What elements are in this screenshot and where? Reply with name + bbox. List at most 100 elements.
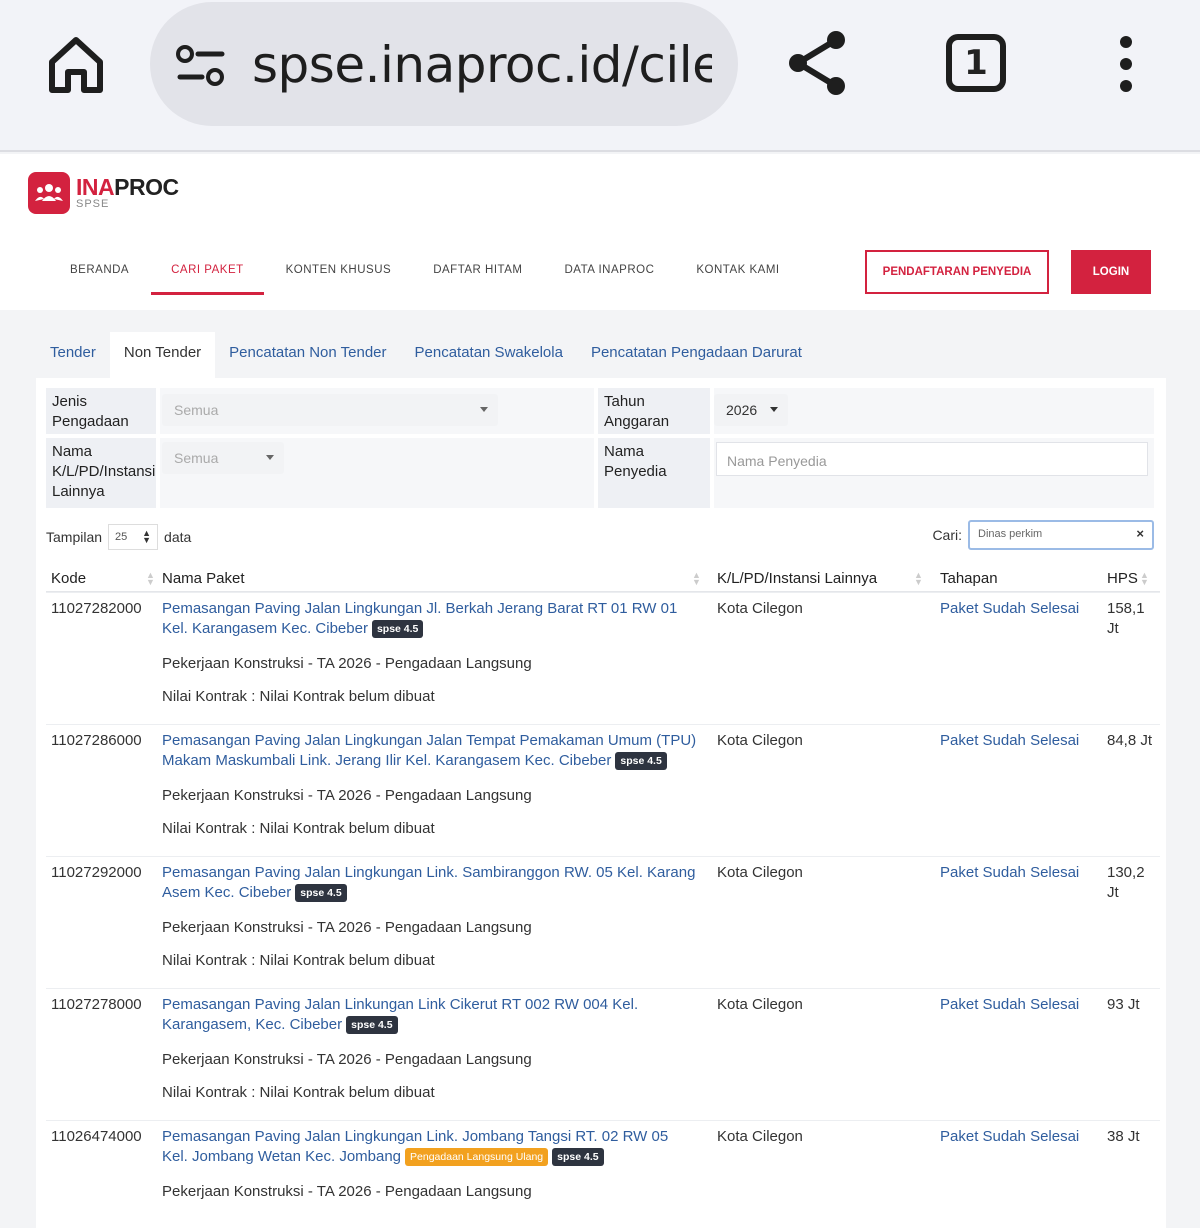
col-nama-paket[interactable]: Nama Paket (162, 570, 245, 587)
row-nama-link[interactable]: Pemasangan Paving Jalan Lingkungan Link.… (162, 863, 698, 903)
version-badge: spse 4.5 (615, 752, 667, 771)
row-kode: 11027292000 (51, 864, 142, 881)
data-label: data (164, 529, 192, 545)
row-nama-link[interactable]: Pemasangan Paving Jalan Lingkungan Link.… (162, 1127, 698, 1167)
tab-switcher-button[interactable]: 1 (946, 34, 1006, 92)
row-instansi: Kota Cilegon (717, 996, 803, 1013)
brand-sub: SPSE (76, 198, 110, 210)
tab-pencatatan-non-tender[interactable]: Pencatatan Non Tender (215, 332, 400, 378)
row-instansi: Kota Cilegon (717, 1128, 803, 1145)
row-hps: 38 Jt (1107, 1128, 1140, 1145)
row-jenis: Pekerjaan Konstruksi - TA 2026 - Pengada… (162, 787, 532, 804)
row-nilai: Nilai Kontrak : Nilai Kontrak belum dibu… (162, 1084, 435, 1101)
table-row: 11027292000 Pemasangan Paving Jalan Ling… (46, 856, 1160, 988)
col-tahapan[interactable]: Tahapan (940, 570, 998, 587)
browser-toolbar: spse.inaproc.id/cilegon 1 (0, 0, 1200, 152)
nav-data-inaproc[interactable]: DATA INAPROC (544, 258, 674, 295)
table-header: Kode ▲ ▼ Nama Paket ▲ ▼ K/L/PD/Instansi La… (46, 564, 1160, 592)
login-button[interactable]: LOGIN (1071, 250, 1151, 294)
row-kode: 11026474000 (51, 1128, 142, 1145)
row-instansi: Kota Cilegon (717, 732, 803, 749)
share-icon[interactable] (786, 28, 850, 98)
logo-people-icon (28, 172, 70, 214)
url-text[interactable]: spse.inaproc.id/cilegon (252, 36, 712, 94)
row-kode: 11027282000 (51, 600, 142, 617)
tab-pencatatan-darurat[interactable]: Pencatatan Pengadaan Darurat (577, 332, 816, 378)
tab-pencatatan-swakelola[interactable]: Pencatatan Swakelola (401, 332, 577, 378)
penyedia-label: Nama Penyedia (598, 438, 710, 508)
row-nama-link[interactable]: Pemasangan Paving Jalan Linkungan Link C… (162, 995, 698, 1035)
cari-label: Cari: (932, 527, 962, 543)
tahun-label: Tahun Anggaran (598, 388, 710, 434)
penyedia-input[interactable]: Nama Penyedia (716, 442, 1148, 476)
table-row: 11027282000 Pemasangan Paving Jalan Ling… (46, 592, 1160, 724)
row-jenis: Pekerjaan Konstruksi - TA 2026 - Pengada… (162, 919, 532, 936)
brand-ina: INA (76, 174, 115, 200)
row-tahapan-link[interactable]: Paket Sudah Selesai (940, 995, 1079, 1015)
col-kode[interactable]: Kode (51, 570, 86, 587)
site-header: INAPROC SPSE BERANDA CARI PAKET KONTEN K… (0, 154, 1200, 310)
sort-icon[interactable]: ▲ ▼ (914, 571, 923, 587)
jenis-select[interactable]: Semua (162, 394, 498, 426)
address-bar[interactable]: spse.inaproc.id/cilegon (150, 2, 738, 126)
instansi-label: Nama K/L/PD/Instansi Lainnya (46, 438, 156, 508)
row-tahapan-link[interactable]: Paket Sudah Selesai (940, 599, 1079, 619)
row-tahapan-link[interactable]: Paket Sudah Selesai (940, 731, 1079, 751)
nav-konten-khusus[interactable]: KONTEN KHUSUS (266, 258, 412, 295)
sort-icon[interactable]: ▲ ▼ (692, 571, 701, 587)
row-jenis: Pekerjaan Konstruksi - TA 2026 - Pengada… (162, 1183, 532, 1200)
stepper-icon: ▲ ▼ (142, 528, 152, 545)
register-vendor-button[interactable]: PENDAFTARAN PENYEDIA (865, 250, 1049, 294)
table-row: 11027286000 Pemasangan Paving Jalan Ling… (46, 724, 1160, 856)
row-nilai: Nilai Kontrak : Nilai Kontrak belum dibu… (162, 820, 435, 837)
row-nilai: Nilai Kontrak : Nilai Kontrak belum dibu… (162, 952, 435, 969)
row-hps: 84,8 Jt (1107, 732, 1153, 749)
tampilan-label: Tampilan (46, 529, 103, 545)
row-tahapan-link[interactable]: Paket Sudah Selesai (940, 1127, 1079, 1147)
site-settings-icon[interactable] (176, 44, 226, 88)
chevron-down-icon (266, 455, 274, 460)
more-menu-icon[interactable] (1112, 34, 1140, 94)
table-row: 11027278000 Pemasangan Paving Jalan Link… (46, 988, 1160, 1120)
tab-non-tender[interactable]: Non Tender (109, 332, 216, 378)
page-size-select[interactable]: 25 ▲ ▼ (108, 524, 159, 550)
row-instansi: Kota Cilegon (717, 600, 803, 617)
procurement-tabs: Tender Non Tender Pencatatan Non Tender … (36, 332, 816, 378)
table-row: 11026474000 Pemasangan Paving Jalan Ling… (46, 1120, 1160, 1228)
version-badge: spse 4.5 (346, 1016, 398, 1035)
nav-daftar-hitam[interactable]: DAFTAR HITAM (413, 258, 542, 295)
content-panel: Jenis Pengadaan Semua Tahun Anggaran 202… (36, 378, 1166, 1228)
row-instansi: Kota Cilegon (717, 864, 803, 881)
page-size-control: Tampilan 25 ▲ ▼ data (46, 524, 191, 550)
sort-icon[interactable]: ▲ ▼ (146, 571, 155, 587)
nav-beranda[interactable]: BERANDA (50, 258, 149, 295)
row-jenis: Pekerjaan Konstruksi - TA 2026 - Pengada… (162, 1051, 532, 1068)
col-hps[interactable]: HPS (1107, 570, 1138, 587)
row-hps: 130,2 Jt (1107, 864, 1145, 901)
row-tahapan-link[interactable]: Paket Sudah Selesai (940, 863, 1079, 883)
row-kode: 11027286000 (51, 732, 142, 749)
row-jenis: Pekerjaan Konstruksi - TA 2026 - Pengada… (162, 655, 532, 672)
row-kode: 11027278000 (51, 996, 142, 1013)
jenis-label: Jenis Pengadaan (46, 388, 156, 434)
version-badge: spse 4.5 (371, 620, 424, 639)
tahun-select[interactable]: 2026 (714, 394, 788, 426)
sort-icon[interactable]: ▲ ▼ (1140, 571, 1149, 587)
reprocurement-badge: Pengadaan Langsung Ulang (405, 1148, 549, 1167)
version-badge: spse 4.5 (552, 1148, 604, 1167)
inaproc-logo[interactable]: INAPROC SPSE (28, 172, 179, 214)
nav-cari-paket[interactable]: CARI PAKET (151, 258, 264, 295)
row-nama-link[interactable]: Pemasangan Paving Jalan Lingkungan Jl. B… (162, 599, 698, 639)
search-control: Cari: Dinas perkim × (932, 520, 1154, 550)
row-nilai: Nilai Kontrak : Nilai Kontrak belum dibu… (162, 688, 435, 705)
search-input[interactable]: Dinas perkim × (968, 520, 1154, 550)
main-nav: BERANDA CARI PAKET KONTEN KHUSUS DAFTAR … (50, 258, 802, 295)
home-icon[interactable] (44, 32, 108, 96)
nav-kontak-kami[interactable]: KONTAK KAMI (676, 258, 799, 295)
instansi-select[interactable]: Semua (162, 442, 284, 474)
tab-tender[interactable]: Tender (36, 332, 110, 378)
row-hps: 93 Jt (1107, 996, 1140, 1013)
col-instansi[interactable]: K/L/PD/Instansi Lainnya (717, 570, 877, 587)
row-nama-link[interactable]: Pemasangan Paving Jalan Lingkungan Jalan… (162, 731, 698, 771)
clear-search-icon[interactable]: × (1136, 526, 1144, 541)
